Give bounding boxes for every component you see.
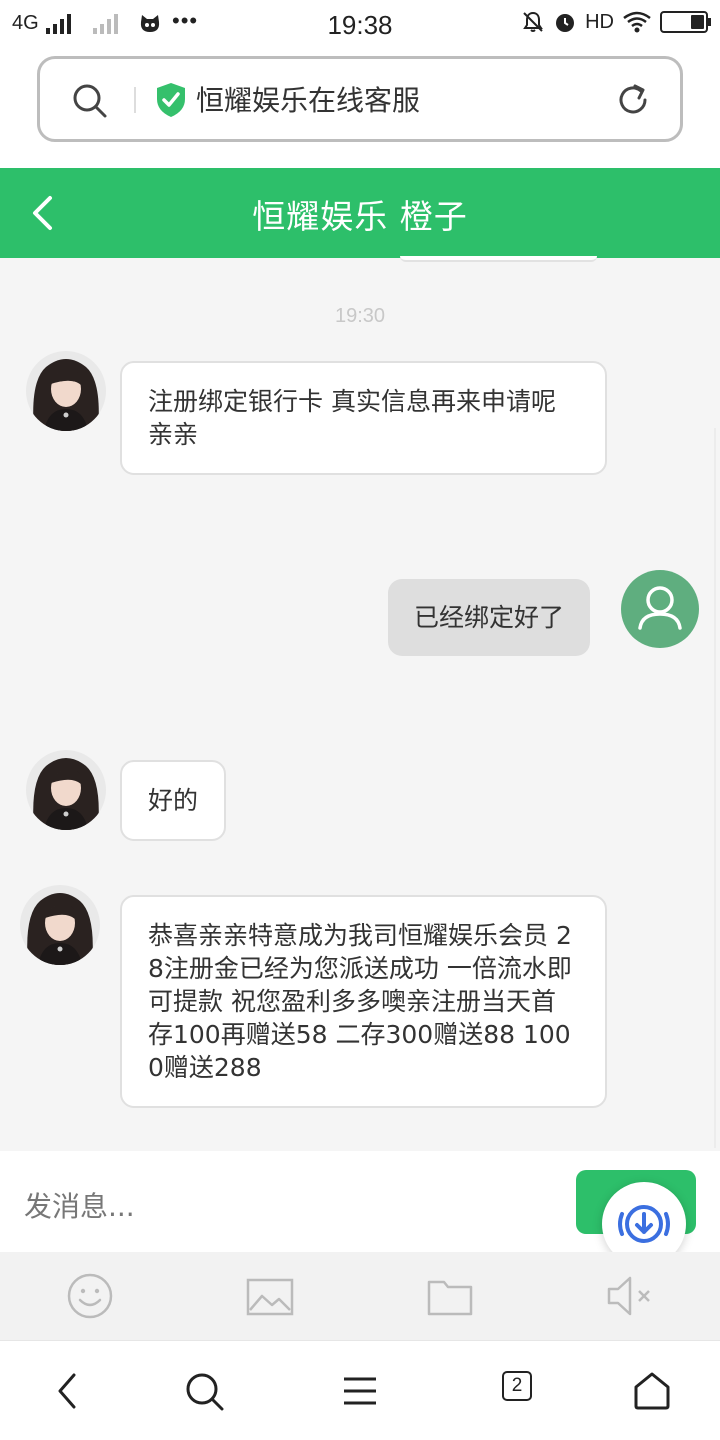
battery-icon bbox=[660, 11, 711, 33]
message-bubble-agent[interactable]: 好的 bbox=[120, 760, 227, 841]
message-composer: 发消息... bbox=[0, 1151, 720, 1266]
tab-count: 2 bbox=[502, 1371, 532, 1401]
chat-title: 恒耀娱乐 橙子 bbox=[252, 197, 468, 236]
address-bar[interactable]: 恒耀娱乐在线客服 bbox=[37, 56, 683, 142]
search-icon[interactable] bbox=[182, 1369, 226, 1413]
mute-icon[interactable] bbox=[606, 1272, 654, 1320]
menu-icon[interactable] bbox=[338, 1369, 382, 1413]
back-icon[interactable] bbox=[46, 1369, 90, 1413]
message-timestamp: 19:30 bbox=[334, 305, 386, 327]
refresh-icon[interactable] bbox=[614, 81, 652, 119]
shield-check-icon bbox=[157, 83, 185, 117]
alarm-icon bbox=[556, 14, 575, 32]
scrollbar[interactable] bbox=[714, 428, 716, 1148]
status-bar: 4G ••• 19:38 HD bbox=[0, 0, 720, 50]
user-icon bbox=[638, 586, 682, 630]
message-list[interactable]: 19:30 注册绑定银行卡 真实信息再来申请呢亲亲 已经绑定好了 好的 恭喜亲亲… bbox=[0, 256, 720, 1151]
wifi-icon bbox=[623, 11, 651, 33]
page-title[interactable]: 恒耀娱乐在线客服 bbox=[196, 79, 420, 119]
message-bubble-user[interactable]: 已经绑定好了 bbox=[388, 579, 591, 656]
bell-off-icon bbox=[523, 11, 543, 32]
emoji-icon[interactable] bbox=[66, 1272, 114, 1320]
browser-nav-bar: 2 bbox=[0, 1340, 720, 1440]
agent-avatar[interactable] bbox=[26, 351, 106, 431]
image-icon[interactable] bbox=[246, 1272, 294, 1320]
home-icon[interactable] bbox=[630, 1369, 674, 1413]
chat-toolbar bbox=[0, 1252, 720, 1340]
divider bbox=[134, 87, 136, 113]
download-icon bbox=[618, 1205, 670, 1243]
message-bubble-agent[interactable]: 恭喜亲亲特意成为我司恒耀娱乐会员 28注册金已经为您派送成功 一倍流水即可提款 … bbox=[120, 895, 607, 1108]
browser-header: 恒耀娱乐在线客服 bbox=[0, 50, 720, 168]
hd-indicator: HD bbox=[585, 10, 614, 33]
folder-icon[interactable] bbox=[426, 1272, 474, 1320]
search-icon[interactable] bbox=[72, 83, 108, 119]
tabs-button[interactable]: 2 bbox=[500, 1369, 544, 1413]
message-input[interactable]: 发消息... bbox=[24, 1185, 135, 1225]
previous-message-edge bbox=[400, 256, 597, 262]
chat-header: 恒耀娱乐 橙子 bbox=[0, 168, 720, 258]
agent-avatar[interactable] bbox=[20, 885, 100, 965]
user-avatar[interactable] bbox=[621, 570, 699, 648]
agent-avatar[interactable] bbox=[26, 750, 106, 830]
message-bubble-agent[interactable]: 注册绑定银行卡 真实信息再来申请呢亲亲 bbox=[120, 361, 607, 475]
